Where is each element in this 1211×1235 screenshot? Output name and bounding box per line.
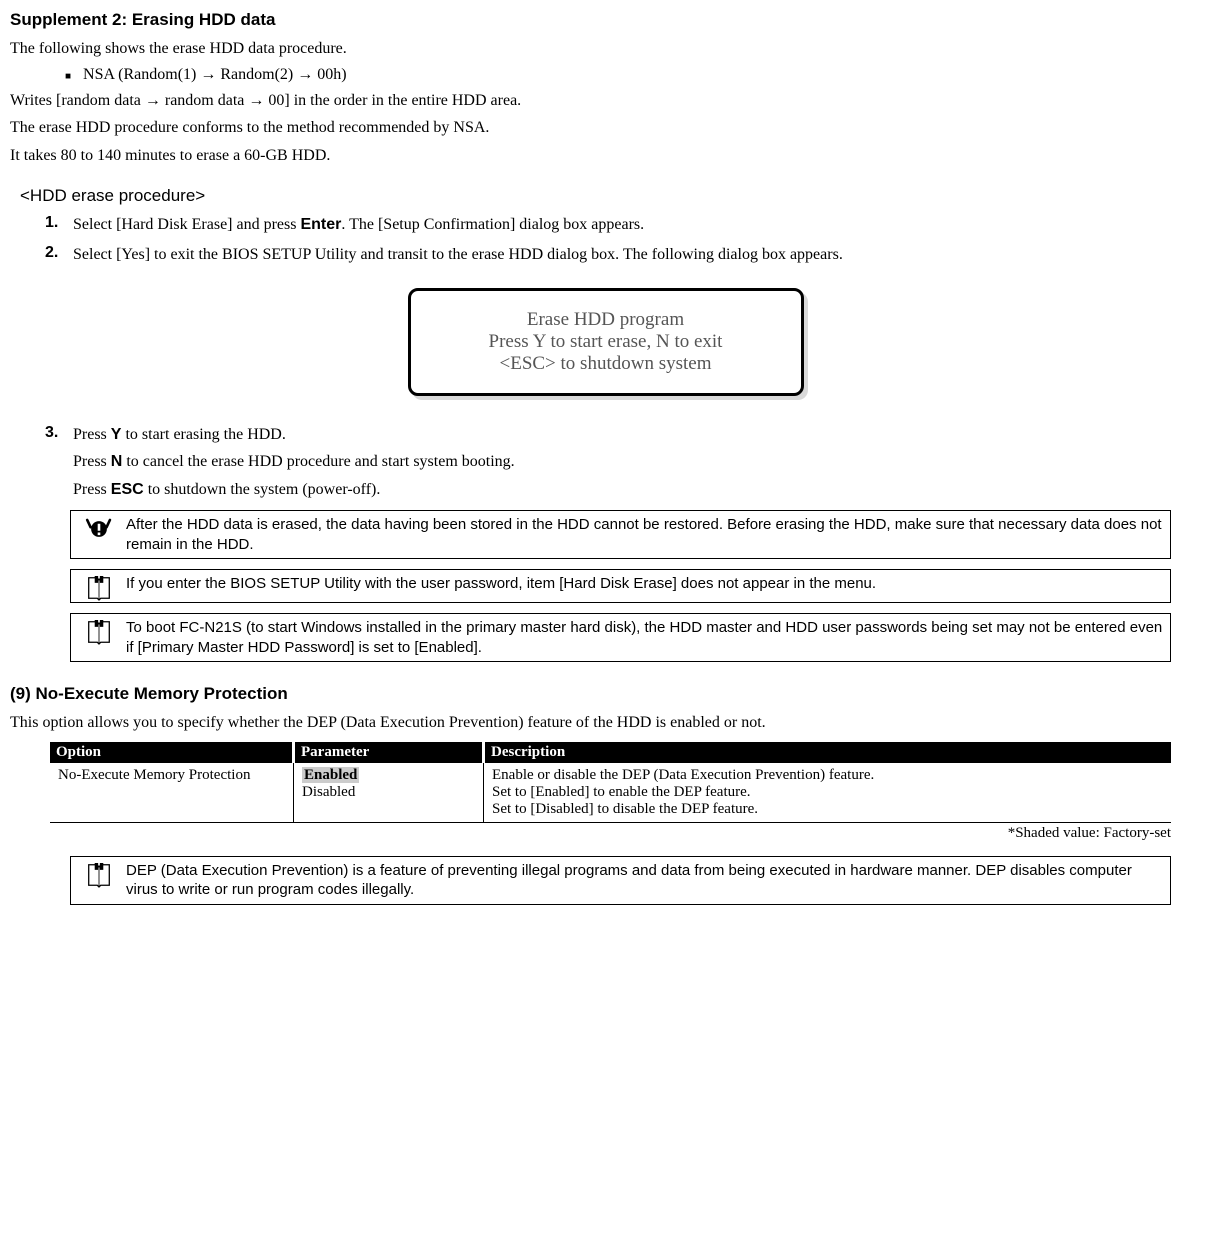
step-3-note-1: Press N to cancel the erase HDD procedur… (73, 451, 1201, 473)
bullet-item: ■ NSA (Random(1) → Random(2) → 00h) (65, 66, 1201, 84)
section-9-heading: (9) No-Execute Memory Protection (10, 684, 1201, 704)
step-2-text: Select [Yes] to exit the BIOS SETUP Util… (73, 244, 1201, 266)
step-2: 2. Select [Yes] to exit the BIOS SETUP U… (45, 244, 1201, 266)
info-note-2: To boot FC-N21S (to start Windows instal… (70, 613, 1171, 662)
dialog-line-2: Press Y to start erase, N to exit (421, 331, 791, 353)
info-text-3: DEP (Data Execution Prevention) is a fea… (126, 857, 1170, 904)
supplement-title: Supplement 2: Erasing HDD data (10, 10, 1201, 30)
th-option: Option (50, 742, 294, 763)
dialog-line-1: Erase HDD program (421, 309, 791, 331)
step-1-key: Enter (300, 216, 341, 233)
desc-line-1: Enable or disable the DEP (Data Executio… (492, 767, 1165, 784)
step-3-text: Press Y to start erasing the HDD. (73, 424, 1201, 446)
cell-option: No-Execute Memory Protection (50, 763, 294, 823)
step-1-pre: Select [Hard Disk Erase] and press (73, 216, 300, 233)
bullet-desc-3: It takes 80 to 140 minutes to erase a 60… (10, 145, 1201, 167)
cell-description: Enable or disable the DEP (Data Executio… (484, 763, 1172, 823)
bullet-text: NSA (Random(1) → Random(2) → 00h) (83, 66, 347, 84)
desc-line-3: Set to [Disabled] to disable the DEP fea… (492, 801, 1165, 818)
step-3-note-2: Press ESC to shutdown the system (power-… (73, 479, 1201, 501)
esc-key: ESC (111, 481, 144, 498)
step-1: 1. Select [Hard Disk Erase] and press En… (45, 214, 1201, 236)
info-note-3: DEP (Data Execution Prevention) is a fea… (70, 856, 1171, 905)
bullet-desc-1: Writes [random data → random data → 00] … (10, 90, 1201, 112)
th-parameter: Parameter (294, 742, 484, 763)
bullet-desc-2: The erase HDD procedure conforms to the … (10, 117, 1201, 139)
book-icon (71, 857, 126, 904)
param-enabled: Enabled (302, 767, 359, 783)
bullet-marker-icon: ■ (65, 71, 71, 82)
esc-key-pre: Press (73, 481, 111, 498)
step-3-number: 3. (45, 424, 73, 442)
desc-line-2: Set to [Enabled] to enable the DEP featu… (492, 784, 1165, 801)
info-text-1: If you enter the BIOS SETUP Utility with… (126, 570, 1170, 602)
cell-parameter: Enabled Disabled (294, 763, 484, 823)
step-2-number: 2. (45, 244, 73, 262)
step-3-post: to start erasing the HDD. (121, 426, 285, 443)
step-3-pre: Press (73, 426, 111, 443)
caution-note-1: After the HDD data is erased, the data h… (70, 510, 1171, 559)
n-key-pre: Press (73, 453, 111, 470)
esc-key-post: to shutdown the system (power-off). (144, 481, 381, 498)
table-row: No-Execute Memory Protection Enabled Dis… (50, 763, 1171, 823)
step-1-text: Select [Hard Disk Erase] and press Enter… (73, 214, 1201, 236)
intro-text: The following shows the erase HDD data p… (10, 38, 1201, 60)
book-icon (71, 614, 126, 661)
procedure-heading: <HDD erase procedure> (20, 186, 1201, 206)
options-table: Option Parameter Description No-Execute … (50, 742, 1171, 823)
step-1-post: . The [Setup Confirmation] dialog box ap… (341, 216, 644, 233)
n-key: N (111, 453, 123, 470)
book-icon (71, 570, 126, 602)
caution-text-1: After the HDD data is erased, the data h… (126, 511, 1170, 558)
step-1-number: 1. (45, 214, 73, 232)
info-note-1: If you enter the BIOS SETUP Utility with… (70, 569, 1171, 603)
table-header-row: Option Parameter Description (50, 742, 1171, 763)
step-3: 3. Press Y to start erasing the HDD. (45, 424, 1201, 446)
erase-dialog-box: Erase HDD program Press Y to start erase… (408, 288, 804, 396)
th-description: Description (484, 742, 1172, 763)
caution-icon (71, 511, 126, 558)
factory-set-footnote: *Shaded value: Factory-set (10, 825, 1171, 842)
step-3-key: Y (111, 426, 122, 443)
param-disabled: Disabled (302, 784, 355, 800)
n-key-post: to cancel the erase HDD procedure and st… (122, 453, 514, 470)
section-9-intro: This option allows you to specify whethe… (10, 712, 1201, 734)
dialog-line-3: <ESC> to shutdown system (421, 353, 791, 375)
info-text-2: To boot FC-N21S (to start Windows instal… (126, 614, 1170, 661)
